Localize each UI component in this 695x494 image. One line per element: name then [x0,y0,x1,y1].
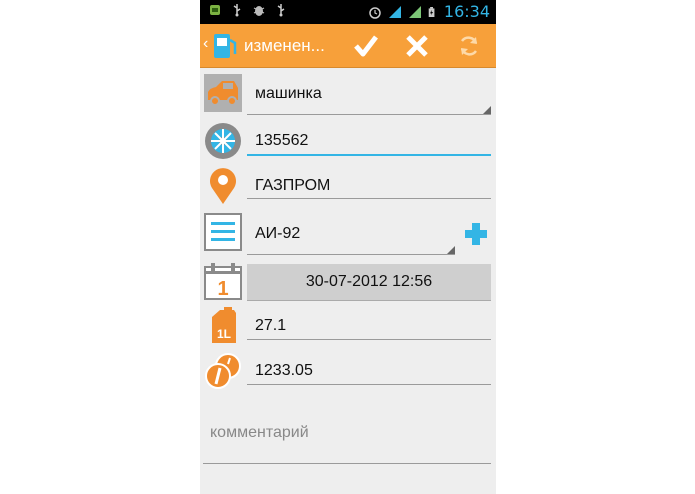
volume-input-underline [247,339,491,340]
volume-input[interactable]: 27.1 [255,316,286,336]
action-bar-title: изменен... [244,36,325,55]
comment-input-underline [203,463,491,464]
wifi-icon [388,6,401,18]
bug-icon [253,6,265,16]
fuel-type-spinner-underline [247,254,455,255]
wheel-icon [205,123,241,159]
fuel-pump-logo-icon[interactable] [212,30,240,60]
usb-icon [233,4,241,17]
mileage-input-underline [247,154,491,156]
signal-icon [408,6,421,18]
usb-icon [277,4,285,17]
back-chevron-icon[interactable]: ‹ [203,34,208,54]
car-spinner-underline [247,114,491,115]
phone-screen: 16:34 ‹ изменен... машинка 135562 ГАЗПРО… [200,0,496,494]
status-left-icons [208,3,288,17]
fuel-can-label: 1L [217,327,231,341]
plus-icon[interactable] [464,222,488,246]
refresh-icon [460,36,478,56]
alarm-icon [369,7,381,19]
android-head-icon [210,5,220,15]
comment-input[interactable]: комментарий [210,423,309,443]
cost-input[interactable]: 1233.05 [255,361,313,381]
refresh-button[interactable] [453,30,485,62]
station-input[interactable]: ГАЗПРОМ [255,176,330,196]
car-spinner-arrow-icon[interactable] [483,106,491,114]
car-icon [204,74,242,112]
action-bar: ‹ изменен... [200,24,496,68]
status-right-icons: 16:34 [368,2,490,22]
car-spinner-value[interactable]: машинка [255,84,322,104]
datetime-button[interactable]: 30-07-2012 12:56 [247,264,491,301]
calendar-icon: 1 [204,263,242,300]
status-clock: 16:34 [443,2,490,21]
station-input-underline [247,198,491,199]
cost-input-underline [247,384,491,385]
confirm-button[interactable] [350,30,382,62]
fuel-can-icon: 1L [212,307,236,343]
battery-charging-icon [428,7,435,17]
list-icon [204,213,242,251]
close-icon [406,35,428,57]
mileage-input[interactable]: 135562 [255,131,308,151]
check-icon [354,35,378,57]
cancel-button[interactable] [401,30,433,62]
fuel-type-spinner-value[interactable]: АИ-92 [255,224,300,244]
fuel-type-spinner-arrow-icon[interactable] [447,246,455,254]
map-pin-icon [210,168,236,204]
status-bar: 16:34 [200,0,496,24]
calendar-day-number: 1 [217,278,228,300]
coins-icon [205,353,241,389]
